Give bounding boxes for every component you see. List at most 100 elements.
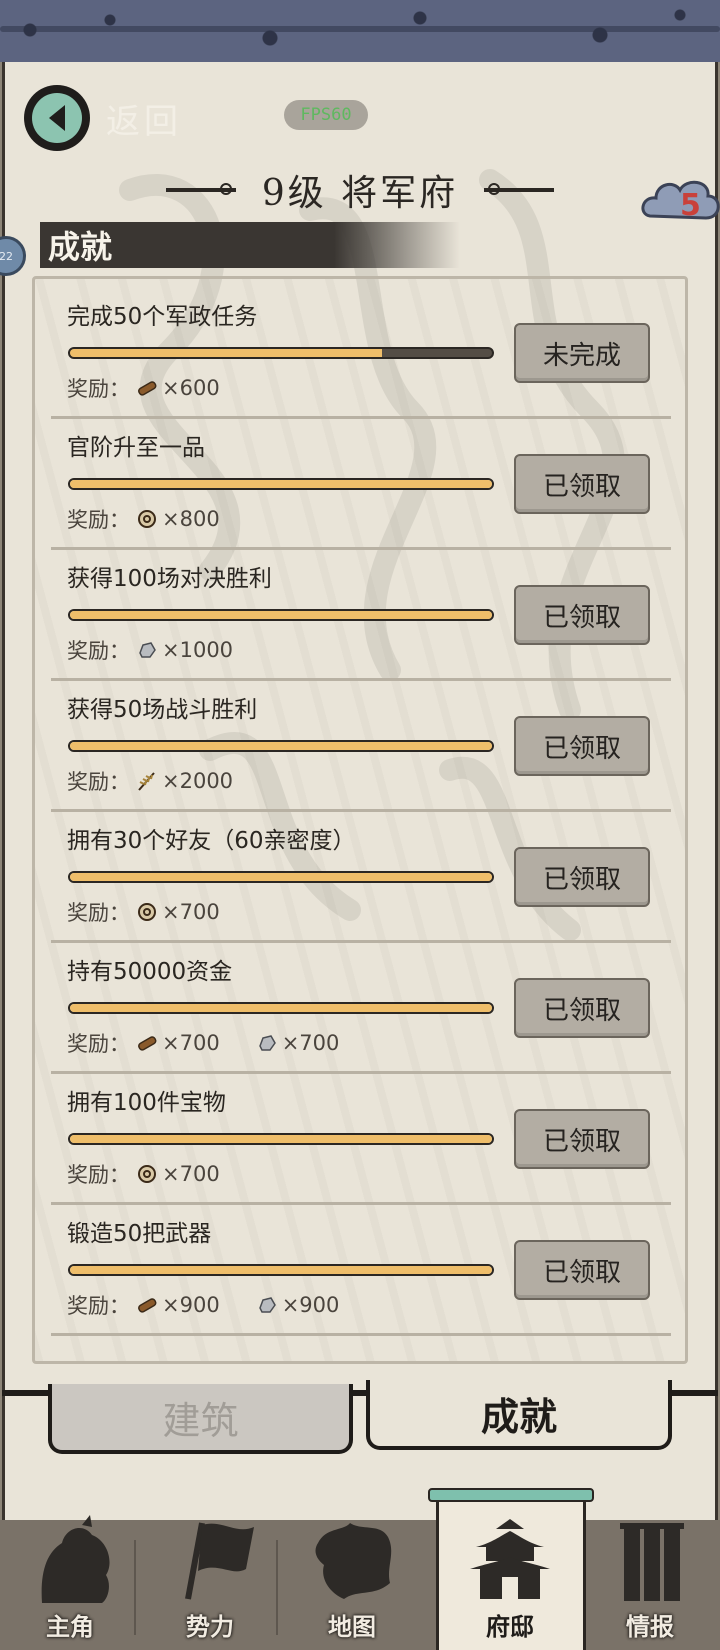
fps-counter: FPS60 bbox=[284, 100, 368, 130]
reward-amount: ×600 bbox=[162, 376, 220, 400]
achievement-title: 官阶升至一品 bbox=[67, 435, 205, 461]
reward-item: ×700 bbox=[130, 1031, 220, 1055]
reward-item: ×600 bbox=[130, 376, 220, 400]
achievement-progress-bar bbox=[68, 609, 494, 621]
reward-label: 奖励： bbox=[67, 1032, 130, 1056]
reward-amount: ×700 bbox=[281, 1031, 340, 1055]
achievement-title: 获得50场战斗胜利 bbox=[67, 697, 258, 723]
achievement-status-button[interactable]: 已领取 bbox=[514, 978, 650, 1038]
reward-line: 奖励： ×700 ×700 bbox=[67, 1028, 369, 1058]
achievement-status-button[interactable]: 已领取 bbox=[514, 847, 650, 907]
page-title: 9级 将军府 bbox=[150, 160, 570, 220]
achievement-row: 持有50000资金 奖励： ×700 ×700 已领取 bbox=[51, 934, 671, 1074]
notification-count: 5 bbox=[680, 188, 701, 223]
scroll-icon bbox=[602, 1513, 698, 1605]
progress-fill bbox=[70, 611, 492, 619]
reward-label: 奖励： bbox=[67, 639, 130, 663]
nav-item-1[interactable]: 主角 bbox=[0, 1515, 140, 1650]
nav-label: 势力 bbox=[186, 1612, 234, 1641]
wood-icon bbox=[136, 1032, 158, 1054]
mansion-icon bbox=[462, 1513, 558, 1605]
achievement-row: 获得100场对决胜利 奖励： ×1000 已领取 bbox=[51, 541, 671, 681]
reward-amount: ×900 bbox=[162, 1293, 220, 1317]
achievement-title: 完成50个军政任务 bbox=[67, 304, 258, 330]
reward-line: 奖励： ×1000 bbox=[67, 635, 263, 665]
achievement-title: 拥有100件宝物 bbox=[67, 1090, 226, 1116]
progress-fill bbox=[70, 1135, 492, 1143]
progress-fill bbox=[70, 349, 383, 357]
back-icon bbox=[24, 85, 90, 151]
achievement-row: 拥有100件宝物 奖励： ×700 已领取 bbox=[51, 1065, 671, 1205]
achievement-progress-bar bbox=[68, 1264, 494, 1276]
reward-item: ×900 bbox=[130, 1293, 220, 1317]
progress-fill bbox=[70, 1004, 492, 1012]
coin-icon bbox=[136, 508, 158, 530]
reward-label: 奖励： bbox=[67, 377, 130, 401]
reward-line: 奖励： ×900 ×900 bbox=[67, 1290, 369, 1320]
reward-line: 奖励： ×700 bbox=[67, 1159, 250, 1189]
tab-building[interactable]: 建筑 bbox=[48, 1384, 353, 1454]
progress-fill bbox=[70, 480, 492, 488]
achievement-progress-bar bbox=[68, 347, 494, 359]
achievement-list[interactable]: 完成50个军政任务 奖励： ×600 未完成 官阶升至一品 奖励： ×800 已领取 获得100… bbox=[32, 276, 688, 1364]
achievement-status-button[interactable]: 未完成 bbox=[514, 323, 650, 383]
reward-label: 奖励： bbox=[67, 770, 130, 794]
reward-amount: ×800 bbox=[162, 507, 220, 531]
back-button[interactable]: 返回 bbox=[24, 82, 254, 154]
achievement-row: 官阶升至一品 奖励： ×800 已领取 bbox=[51, 410, 671, 550]
reward-item: ×800 bbox=[130, 507, 220, 531]
nav-active-cap bbox=[428, 1488, 594, 1502]
nav-item-4[interactable]: 府邸 bbox=[440, 1519, 580, 1650]
tab-bar: 建筑 成就 bbox=[0, 1380, 720, 1462]
grain-icon bbox=[136, 770, 158, 792]
achievement-status-button[interactable]: 已领取 bbox=[514, 1240, 650, 1300]
reward-label: 奖励： bbox=[67, 508, 130, 532]
reward-item: ×900 bbox=[250, 1293, 340, 1317]
back-label: 返回 bbox=[106, 101, 182, 142]
nav-separator bbox=[134, 1540, 136, 1635]
page-title-text: 9级 将军府 bbox=[261, 173, 459, 214]
reward-amount: ×700 bbox=[162, 1031, 220, 1055]
title-ornament-left bbox=[165, 183, 236, 195]
hero-icon bbox=[22, 1513, 118, 1605]
reward-amount: ×2000 bbox=[162, 769, 234, 793]
reward-line: 奖励： ×600 bbox=[67, 373, 250, 403]
reward-item: ×700 bbox=[130, 900, 220, 924]
achievement-status-button[interactable]: 已领取 bbox=[514, 454, 650, 514]
tab-achievement[interactable]: 成就 bbox=[366, 1380, 672, 1450]
progress-fill bbox=[70, 873, 492, 881]
reward-item: ×1000 bbox=[130, 638, 233, 662]
achievement-row: 完成50个军政任务 奖励： ×600 未完成 bbox=[51, 279, 671, 419]
reward-amount: ×700 bbox=[162, 1162, 220, 1186]
stone-icon bbox=[256, 1294, 278, 1316]
reward-label: 奖励： bbox=[67, 1294, 130, 1318]
nav-separator bbox=[276, 1540, 278, 1635]
nav-item-5[interactable]: 情报 bbox=[580, 1520, 720, 1650]
achievement-status-button[interactable]: 已领取 bbox=[514, 585, 650, 645]
achievement-progress-bar bbox=[68, 871, 494, 883]
nav-label: 主角 bbox=[46, 1612, 94, 1641]
reward-label: 奖励： bbox=[67, 901, 130, 925]
reward-label: 奖励： bbox=[67, 1163, 130, 1187]
progress-fill bbox=[70, 1266, 492, 1274]
achievement-row: 获得50场战斗胜利 奖励： ×2000 已领取 bbox=[51, 672, 671, 812]
coin-icon bbox=[136, 901, 158, 923]
achievement-status-button[interactable]: 已领取 bbox=[514, 1109, 650, 1169]
nav-item-3[interactable]: 地图 bbox=[282, 1520, 422, 1650]
reward-amount: ×900 bbox=[281, 1293, 340, 1317]
coin-icon bbox=[136, 1163, 158, 1185]
progress-fill bbox=[70, 742, 492, 750]
achievement-progress-bar bbox=[68, 1133, 494, 1145]
reward-line: 奖励： ×2000 bbox=[67, 766, 263, 796]
reward-item: ×700 bbox=[130, 1162, 220, 1186]
stone-icon bbox=[256, 1032, 278, 1054]
nav-item-2[interactable]: 势力 bbox=[140, 1520, 280, 1650]
notification-cloud-badge[interactable]: 5 bbox=[640, 170, 720, 236]
title-ornament-right bbox=[484, 183, 555, 195]
achievement-status-button[interactable]: 已领取 bbox=[514, 716, 650, 776]
reward-line: 奖励： ×800 bbox=[67, 504, 250, 534]
section-title: 成就 bbox=[48, 228, 113, 266]
achievement-row: 拥有30个好友（60亲密度） 奖励： ×700 已领取 bbox=[51, 803, 671, 943]
achievement-title: 持有50000资金 bbox=[67, 959, 233, 985]
achievement-progress-bar bbox=[68, 478, 494, 490]
